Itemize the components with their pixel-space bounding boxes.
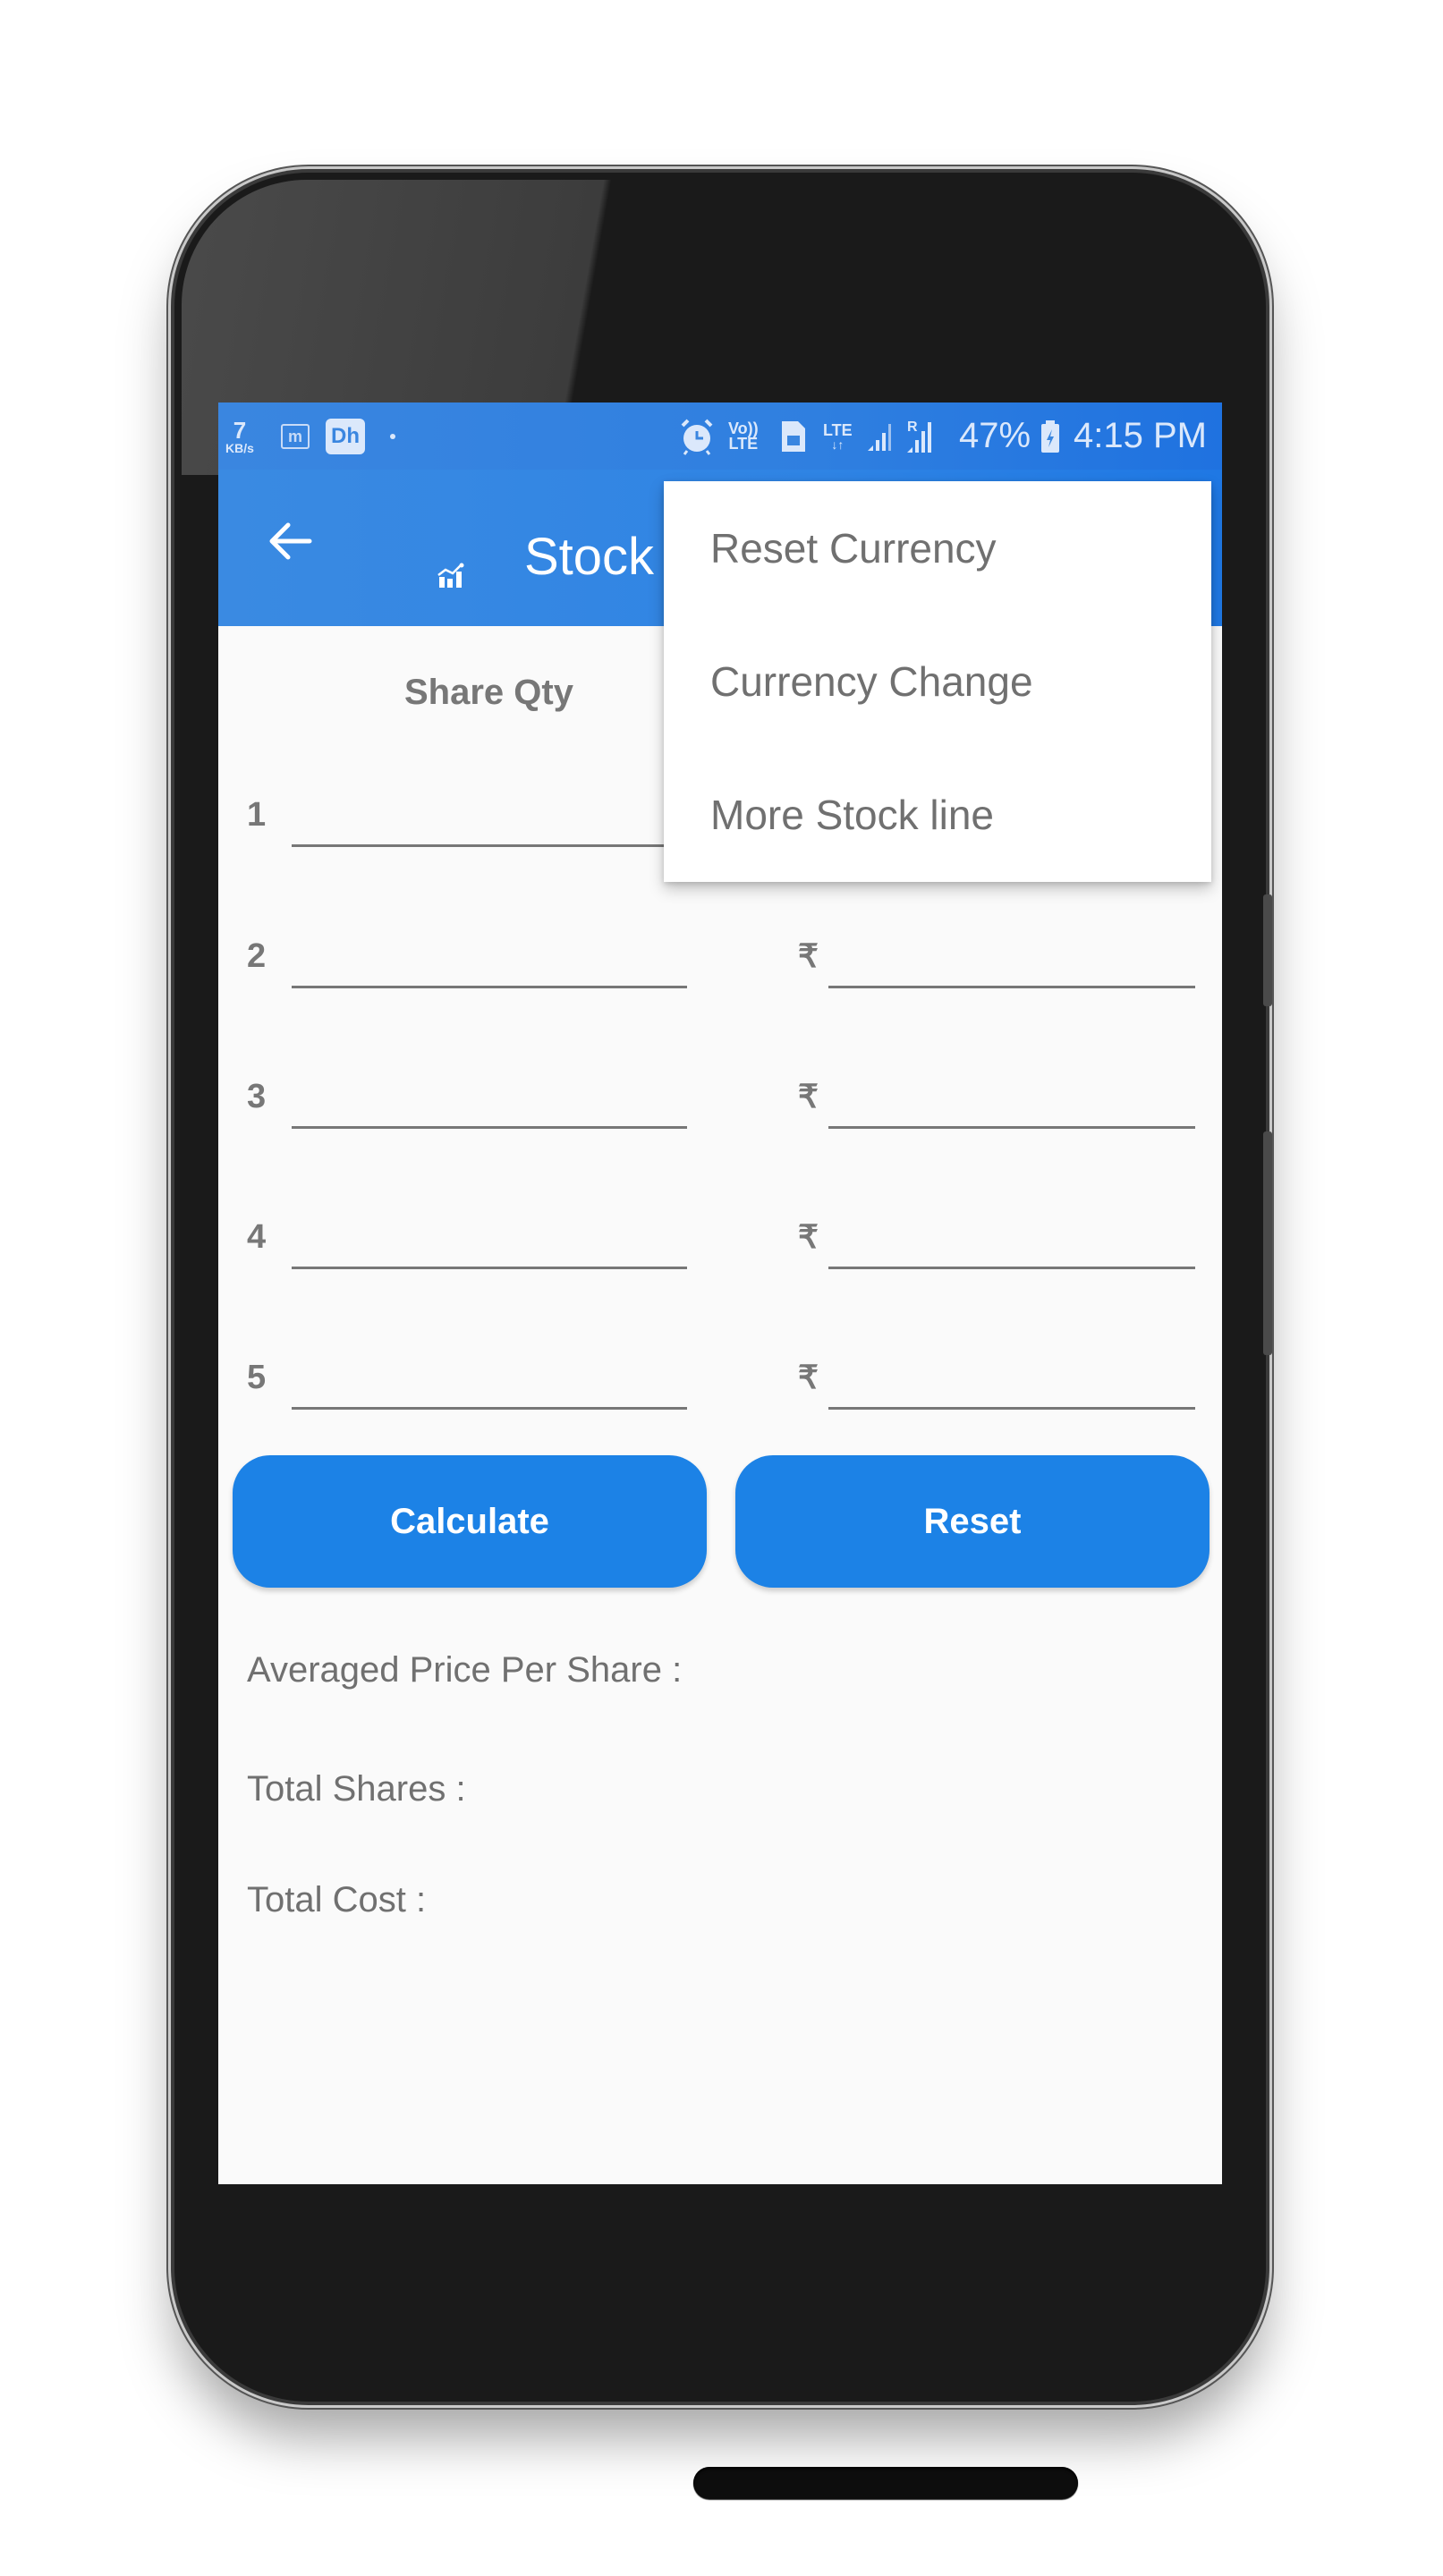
- rupee-icon: ₹: [798, 1359, 819, 1395]
- total-cost-label: Total Cost :: [247, 1880, 427, 1919]
- sim-icon: [778, 402, 809, 470]
- arrow-left-icon[interactable]: [263, 514, 317, 568]
- row-number: 2: [247, 937, 267, 975]
- alarm-icon: [679, 402, 715, 470]
- reset-button[interactable]: Reset: [735, 1455, 1210, 1588]
- price-input-3[interactable]: [828, 1063, 1195, 1129]
- signal-icon: [866, 402, 898, 470]
- phone-screen: 7 KB/s m Dh Vo)) LTE LTE ↓↑ R 47% 4:15 P…: [218, 402, 1222, 2184]
- chart-growth-icon: [437, 563, 465, 589]
- row-number: 3: [247, 1078, 267, 1115]
- bottom-speaker: [693, 2467, 1078, 2499]
- battery-charging-icon: [1040, 402, 1061, 470]
- power-button: [1263, 894, 1272, 1006]
- rupee-icon: ₹: [798, 1078, 819, 1114]
- m-app-icon: m: [281, 402, 310, 470]
- share-qty-input-5[interactable]: [292, 1344, 687, 1410]
- calculate-button[interactable]: Calculate: [233, 1455, 707, 1588]
- svg-text:R: R: [907, 419, 918, 435]
- menu-item-currency-change[interactable]: Currency Change: [664, 614, 1211, 748]
- menu-item-more-stock-line[interactable]: More Stock line: [664, 748, 1211, 881]
- rupee-icon: ₹: [798, 937, 819, 974]
- lte-data-icon: LTE ↓↑: [823, 420, 853, 452]
- price-input-4[interactable]: [828, 1204, 1195, 1269]
- status-bar: 7 KB/s m Dh Vo)) LTE LTE ↓↑ R 47% 4:15 P…: [218, 402, 1222, 470]
- total-shares-label: Total Shares :: [247, 1769, 466, 1809]
- row-number: 5: [247, 1359, 267, 1396]
- averaged-price-label: Averaged Price Per Share :: [247, 1650, 683, 1690]
- row-number: 4: [247, 1218, 267, 1256]
- rupee-icon: ₹: [798, 1218, 819, 1255]
- price-input-5[interactable]: [828, 1344, 1195, 1410]
- clock: 4:15 PM: [1074, 416, 1207, 455]
- volume-button: [1263, 1131, 1272, 1355]
- volte-icon: Vo)) LTE: [728, 419, 759, 453]
- share-qty-input-1[interactable]: [292, 782, 687, 847]
- dot-icon: [390, 402, 395, 470]
- roaming-signal-icon: R: [904, 402, 939, 470]
- battery-percent: 47%: [959, 416, 1031, 455]
- share-qty-input-2[interactable]: [292, 923, 687, 988]
- menu-item-reset-currency[interactable]: Reset Currency: [664, 481, 1211, 614]
- share-qty-input-4[interactable]: [292, 1204, 687, 1269]
- row-number: 1: [247, 796, 267, 834]
- price-input-2[interactable]: [828, 923, 1195, 988]
- network-speed: 7 KB/s: [225, 416, 254, 455]
- hotstar-icon: Dh: [326, 402, 365, 470]
- share-qty-input-3[interactable]: [292, 1063, 687, 1129]
- overflow-menu: Reset Currency Currency Change More Stoc…: [664, 481, 1211, 882]
- share-qty-header: Share Qty: [404, 673, 573, 712]
